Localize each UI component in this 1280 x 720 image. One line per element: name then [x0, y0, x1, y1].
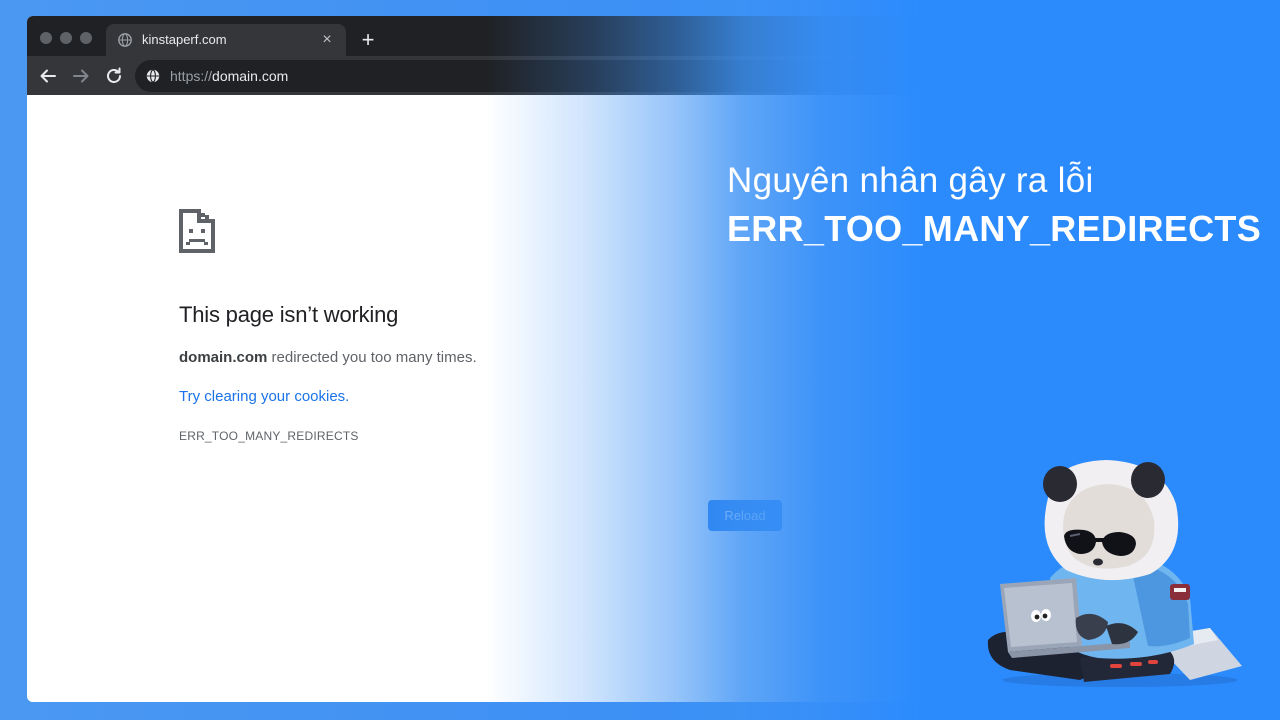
headline-line-2: ERR_TOO_MANY_REDIRECTS — [727, 208, 1262, 249]
browser-tab[interactable]: kinstaperf.com × — [106, 24, 346, 56]
tab-title: kinstaperf.com — [142, 32, 227, 47]
site-info-globe-icon[interactable] — [146, 69, 160, 83]
headline: Nguyên nhân gây ra lỗi ERR_TOO_MANY_REDI… — [727, 160, 1261, 250]
error-description: domain.com redirected you too many times… — [179, 348, 477, 368]
window-close-dot[interactable] — [40, 32, 52, 44]
panda-mascot-illustration — [987, 460, 1242, 687]
browser-toolbar: https://domain.com — [27, 56, 1280, 95]
reload-button[interactable]: Reload — [708, 500, 782, 531]
address-bar[interactable]: https://domain.com — [135, 60, 1255, 92]
error-title: This page isn’t working — [179, 302, 399, 327]
arrow-right-icon[interactable] — [69, 64, 93, 88]
globe-icon — [118, 33, 132, 47]
tab-close-icon[interactable]: × — [318, 31, 336, 49]
sad-page-icon — [179, 209, 215, 253]
new-tab-icon[interactable]: + — [357, 29, 379, 51]
clear-cookies-link[interactable]: Try clearing your cookies. — [179, 387, 349, 407]
arrow-left-icon[interactable] — [36, 64, 60, 88]
error-code: ERR_TOO_MANY_REDIRECTS — [179, 429, 359, 443]
browser-chrome: kinstaperf.com × + https://domain.com — [27, 16, 1280, 95]
url-scheme: https:// — [170, 68, 213, 84]
reload-icon[interactable] — [102, 64, 126, 88]
headline-line-1: Nguyên nhân gây ra lỗi — [727, 161, 1094, 200]
window-maximize-dot[interactable] — [80, 32, 92, 44]
error-description-text: redirected you too many times. — [267, 349, 477, 366]
window-minimize-dot[interactable] — [60, 32, 72, 44]
error-domain: domain.com — [179, 349, 268, 366]
url-host: domain.com — [212, 68, 289, 84]
address-url[interactable]: https://domain.com — [170, 68, 288, 84]
